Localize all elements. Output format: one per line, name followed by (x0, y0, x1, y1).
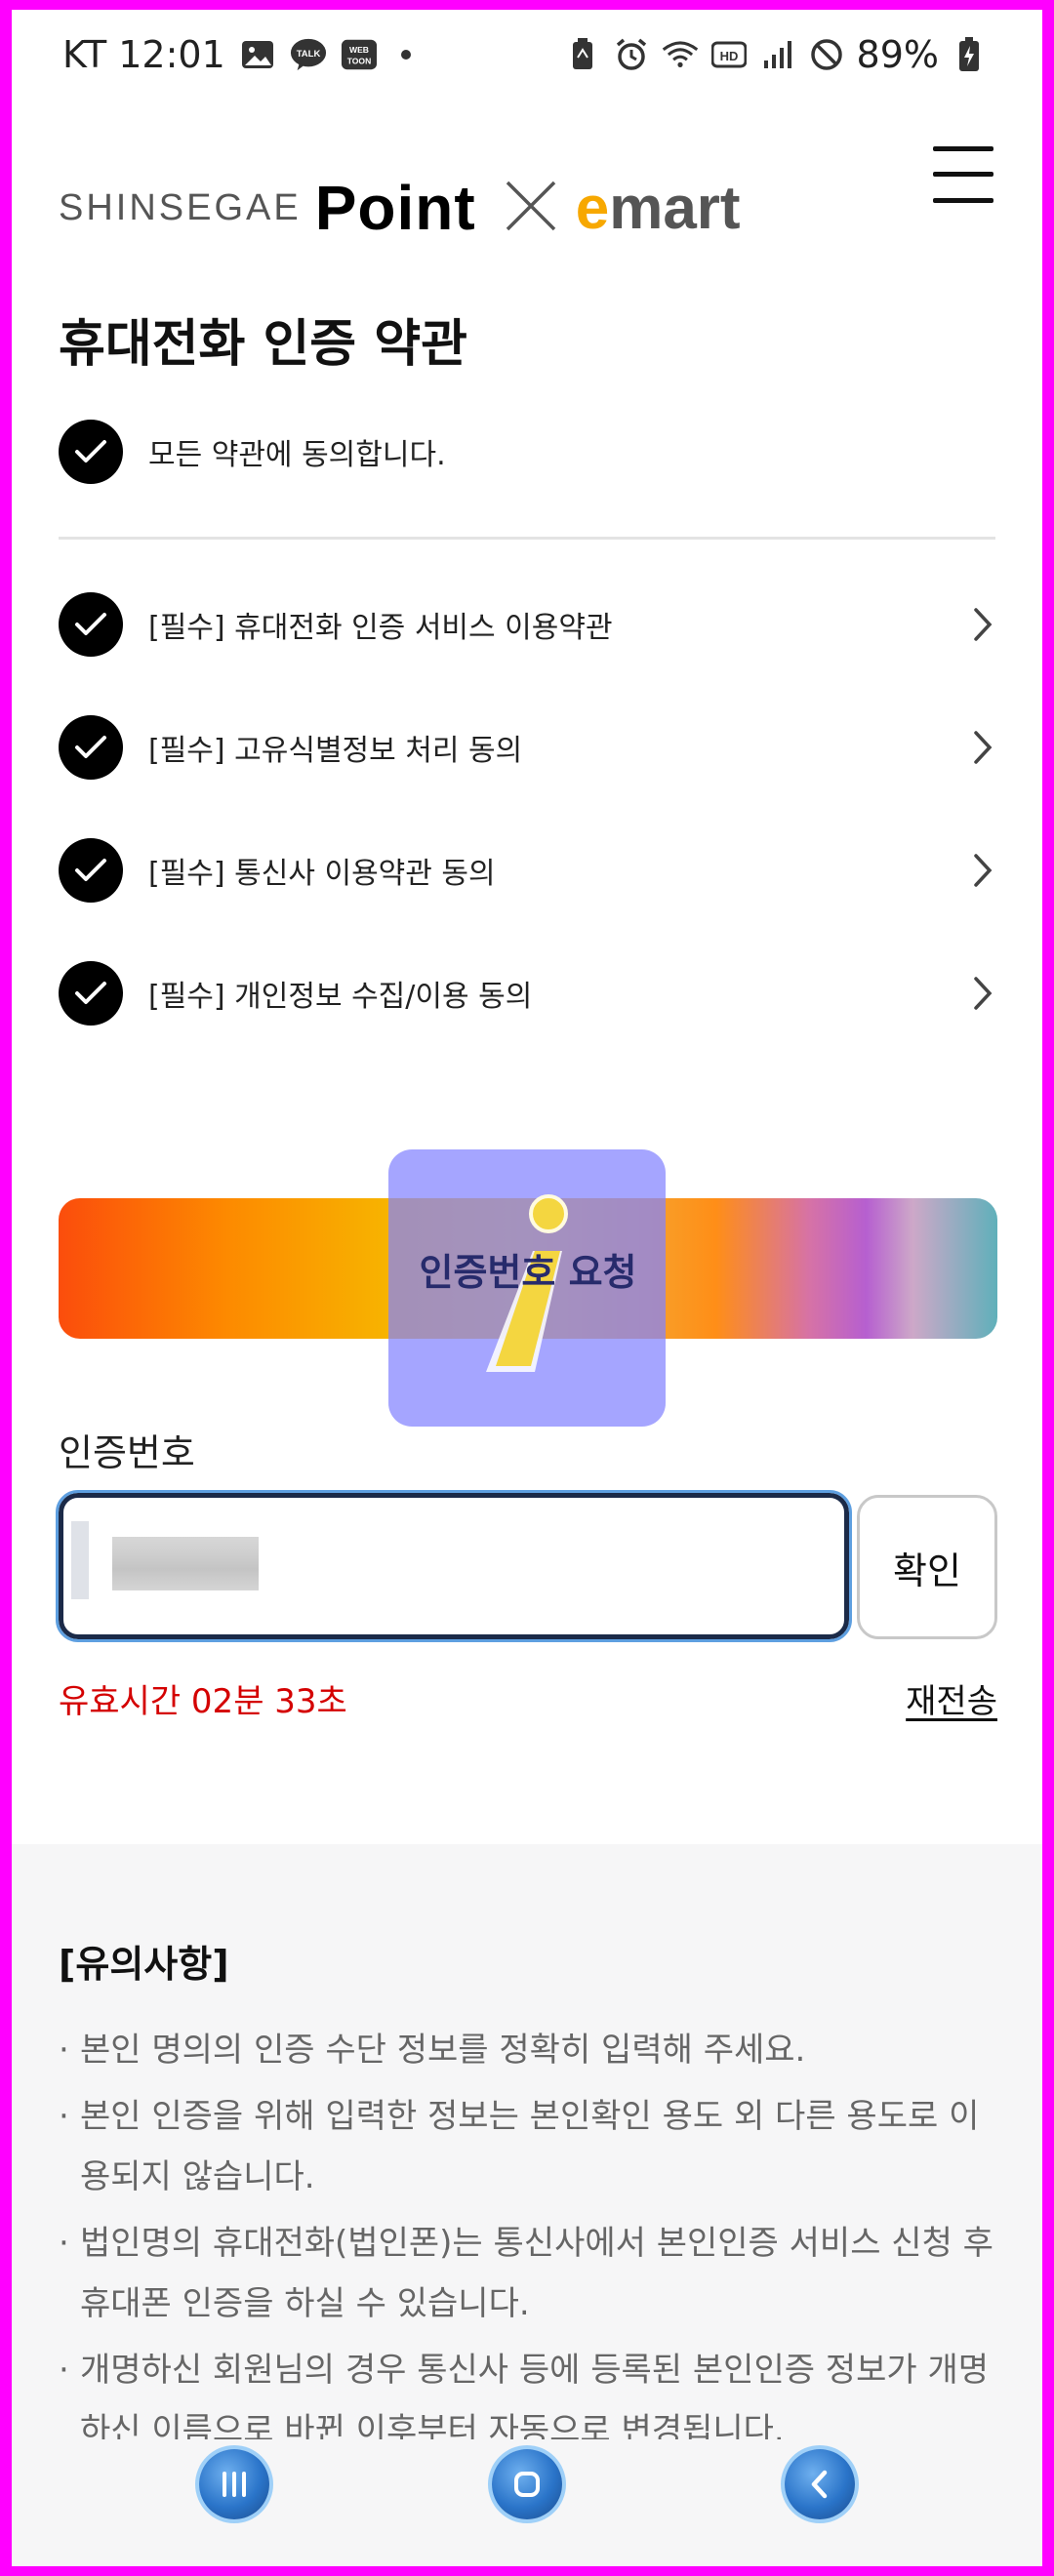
term-label: [필수] 통신사 이용약관 동의 (148, 857, 496, 891)
svg-text:WEB: WEB (349, 45, 369, 55)
status-time: KT 12:01 (62, 33, 225, 76)
input-cursor (71, 1521, 89, 1599)
system-nav-bar (12, 2439, 1042, 2566)
svg-text:HD: HD (719, 49, 738, 63)
code-input[interactable] (56, 1490, 852, 1642)
gallery-icon (239, 36, 276, 73)
term-item-unique-id[interactable]: [필수] 고유식별정보 처리 동의 (59, 713, 997, 782)
term-label: [필수] 고유식별정보 처리 동의 (148, 734, 523, 768)
status-bar: KT 12:01 TALK WEB TOON HD 89% (12, 10, 1042, 107)
home-button[interactable] (492, 2449, 562, 2519)
logo-cross-icon (504, 179, 558, 237)
notification-dot-icon (400, 50, 411, 60)
wifi-icon (662, 36, 699, 73)
battery-percent: 89% (856, 33, 939, 76)
sync-icon (564, 36, 601, 73)
term-item-service[interactable]: [필수] 휴대전화 인증 서비스 이용약관 (59, 590, 997, 659)
svg-text:TOON: TOON (347, 57, 372, 66)
recent-apps-button[interactable] (199, 2449, 269, 2519)
term-item-privacy[interactable]: [필수] 개인정보 수집/이용 동의 (59, 959, 997, 1027)
timer-text: 유효시간 02분 33초 (59, 1682, 347, 1721)
do-not-disturb-icon (808, 36, 845, 73)
notice-section: [유의사항] 본인 명의의 인증 수단 정보를 정확히 입력해 주세요. 본인 … (12, 1844, 1042, 2450)
logo-shinsegae: SHINSEGAE (59, 186, 302, 228)
status-bar-left: KT 12:01 TALK WEB TOON (62, 33, 411, 76)
confirm-button[interactable]: 확인 (857, 1495, 997, 1639)
notice-item: 법인명의 휴대전화(법인폰)는 통신사에서 본인인증 서비스 신청 후 휴대폰 … (59, 2213, 1005, 2334)
chevron-right-icon[interactable] (968, 851, 997, 890)
notice-title: [유의사항] (59, 1943, 229, 1986)
status-bar-right: HD 89% (564, 33, 988, 76)
brand-logo[interactable]: SHINSEGAE Point emart (59, 172, 741, 244)
battery-charging-icon (951, 36, 988, 73)
chevron-right-icon[interactable] (968, 974, 997, 1013)
check-circle-icon[interactable] (59, 715, 123, 780)
hamburger-menu-icon[interactable] (933, 146, 993, 203)
check-circle-icon (59, 420, 123, 484)
redacted-value (112, 1537, 259, 1590)
logo-point: Point (314, 173, 476, 243)
webtoon-icon: WEB TOON (341, 36, 378, 73)
hd-icon: HD (710, 36, 748, 73)
check-circle-icon[interactable] (59, 838, 123, 903)
notice-item: 본인 인증을 위해 입력한 정보는 본인확인 용도 외 다른 용도로 이용되지 … (59, 2086, 1005, 2207)
request-code-label: 인증번호 요청 (419, 1250, 637, 1294)
agree-all-label: 모든 약관에 동의합니다. (148, 438, 446, 472)
alarm-icon (613, 36, 650, 73)
logo-emart-rest: mart (609, 174, 741, 242)
logo-emart: emart (576, 174, 741, 243)
check-circle-icon[interactable] (59, 592, 123, 657)
chevron-right-icon[interactable] (968, 605, 997, 644)
page-title: 휴대전화 인증 약관 (59, 315, 467, 374)
agree-all-checkbox[interactable]: 모든 약관에 동의합니다. (59, 420, 446, 484)
term-label: [필수] 개인정보 수집/이용 동의 (148, 980, 533, 1014)
talk-icon: TALK (290, 36, 327, 73)
back-button[interactable] (785, 2449, 855, 2519)
term-label: [필수] 휴대전화 인증 서비스 이용약관 (148, 611, 613, 645)
code-label: 인증번호 (59, 1431, 195, 1474)
check-circle-icon[interactable] (59, 961, 123, 1026)
signal-icon (759, 36, 796, 73)
app-screen: KT 12:01 TALK WEB TOON HD 89% SHINSEGAE … (12, 10, 1042, 2566)
divider (59, 537, 995, 540)
chevron-right-icon[interactable] (968, 728, 997, 767)
svg-text:TALK: TALK (296, 49, 320, 60)
resend-link[interactable]: 재전송 (906, 1674, 997, 1722)
notice-item: 본인 명의의 인증 수단 정보를 정확히 입력해 주세요. (59, 2020, 1005, 2080)
logo-emart-e: e (575, 174, 610, 242)
term-item-carrier[interactable]: [필수] 통신사 이용약관 동의 (59, 836, 997, 905)
notice-list: 본인 명의의 인증 수단 정보를 정확히 입력해 주세요. 본인 인증을 위해 … (59, 2020, 1005, 2467)
